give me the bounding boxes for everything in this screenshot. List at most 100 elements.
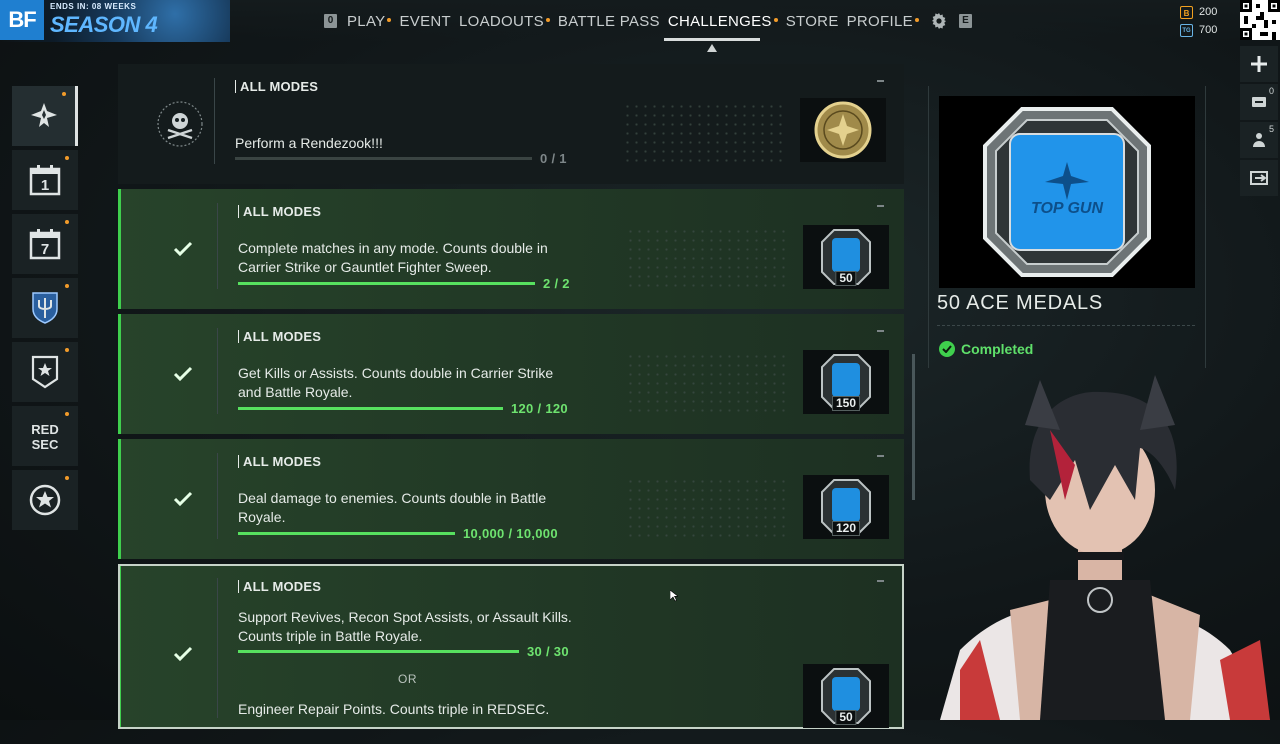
progress-value: 10,000 / 10,000 — [463, 526, 558, 541]
calendar-number: 1 — [41, 177, 49, 194]
squad-icon — [1253, 133, 1265, 147]
rank-star-badge-icon — [31, 355, 59, 389]
reward-detail-panel: TOP GUN 50 ACE MEDALS Completed — [928, 86, 1206, 368]
sidebar-item-rank[interactable] — [12, 342, 78, 402]
checkmark-icon — [173, 646, 193, 662]
challenge-mode-label: ALL MODES — [235, 80, 318, 93]
notification-dot — [65, 284, 69, 288]
nav-challenges[interactable]: CHALLENGES — [668, 13, 778, 30]
challenge-description: Get Kills or Assists. Counts double in C… — [238, 365, 554, 400]
trident-shield-icon — [32, 292, 58, 324]
minus-card-icon — [1252, 97, 1266, 107]
redsec-icon: RED SEC — [31, 422, 59, 452]
exit-button[interactable] — [1240, 160, 1278, 196]
challenge-card[interactable]: ALL MODES Support Revives, Recon Spot As… — [118, 564, 904, 729]
main-nav: 0 PLAY EVENT LOADOUTS BATTLE PASS CHALLE… — [324, 10, 972, 32]
gear-icon[interactable] — [931, 13, 947, 29]
reward-thumbnail: 50 — [803, 225, 889, 289]
season-logo: BF ENDS IN: 08 WEEKS SEASON 4 — [0, 0, 230, 42]
notification-dot — [387, 18, 392, 23]
top-bar: BF ENDS IN: 08 WEEKS SEASON 4 0 PLAY EVE… — [0, 0, 1280, 52]
completion-status: Completed — [939, 341, 1033, 357]
notification-dot — [545, 18, 550, 23]
jet-emblem-icon — [30, 103, 57, 127]
nav-right-key[interactable]: E — [958, 14, 972, 28]
token-value: 700 — [1199, 24, 1218, 36]
reward-thumbnail: 120 — [803, 475, 889, 539]
squad-button[interactable]: 5 — [1240, 122, 1278, 158]
progress-value: 120 / 120 — [511, 401, 568, 416]
add-friend-button[interactable] — [1240, 46, 1278, 82]
challenge-description-alt: Engineer Repair Points. Counts triple in… — [238, 701, 550, 717]
challenge-card[interactable]: ALL MODES Deal damage to enemies. Counts… — [118, 439, 904, 559]
reward-count: 150 — [831, 396, 861, 411]
active-tab-caret-icon — [707, 44, 717, 52]
reward-thumbnail — [800, 98, 886, 162]
nav-play[interactable]: PLAY — [347, 13, 392, 30]
checkmark-icon — [173, 366, 193, 382]
reward-thumbnail: 150 — [803, 350, 889, 414]
svg-text:RED: RED — [31, 422, 58, 437]
completion-status-label: Completed — [961, 341, 1034, 357]
challenge-list: ALL MODES Perform a Rendezook!!! 0 / 1 A… — [118, 64, 904, 734]
season-label: SEASON 4 — [50, 12, 158, 37]
challenge-mode-label: ALL MODES — [238, 330, 321, 343]
currency-tokens: TG 700 — [1180, 21, 1217, 39]
nav-store[interactable]: STORE — [786, 13, 839, 30]
nav-profile[interactable]: PROFILE — [847, 13, 919, 30]
medal-coin-icon — [814, 101, 872, 159]
collapse-icon[interactable] — [877, 580, 884, 582]
svg-text:SEC: SEC — [32, 437, 59, 452]
challenge-description: Perform a Rendezook!!! — [235, 135, 383, 151]
sidebar-item-trident[interactable] — [12, 278, 78, 338]
nav-battle-pass[interactable]: BATTLE PASS — [558, 13, 660, 30]
mouse-cursor-icon — [670, 590, 678, 602]
bf-logo: BF — [0, 0, 44, 40]
token-icon: TG — [1180, 23, 1193, 37]
currency-display: B 200 TG 700 — [1180, 3, 1217, 39]
challenge-card[interactable]: ALL MODES Get Kills or Assists. Counts d… — [118, 314, 904, 434]
social-column: 0 5 — [1240, 46, 1278, 198]
currency-battle-coins: B 200 — [1180, 3, 1217, 21]
sidebar-item-star[interactable] — [12, 470, 78, 530]
sidebar-item-redsec[interactable]: RED SEC — [12, 406, 78, 466]
svg-text:TOP GUN: TOP GUN — [1031, 200, 1103, 217]
challenge-mode-label: ALL MODES — [238, 580, 321, 593]
notification-dot — [65, 156, 69, 160]
progress-bar — [238, 650, 519, 653]
nav-loadouts[interactable]: LOADOUTS — [459, 13, 550, 30]
notification-dot — [914, 18, 919, 23]
notification-dot — [65, 348, 69, 352]
battle-coin-value: 200 — [1199, 6, 1218, 18]
collapse-icon[interactable] — [877, 330, 884, 332]
streamer-avatar — [940, 375, 1270, 720]
nav-event[interactable]: EVENT — [399, 13, 451, 30]
sidebar-item-daily[interactable]: 1 — [12, 150, 78, 210]
calendar-daily-icon: 1 — [29, 165, 61, 196]
season-ends-label: ENDS IN: 08 WEEKS — [50, 2, 137, 11]
notification-dot — [62, 92, 66, 96]
sidebar-item-weekly[interactable]: 7 — [12, 214, 78, 274]
battle-coin-icon: B — [1180, 5, 1193, 19]
progress-value: 30 / 30 — [527, 644, 569, 659]
sidebar-item-jet[interactable] — [12, 86, 78, 146]
collapse-icon[interactable] — [877, 455, 884, 457]
nav-left-key[interactable]: 0 — [324, 14, 337, 28]
plus-icon — [1251, 56, 1267, 72]
reward-count: 50 — [835, 271, 857, 286]
reward-thumbnail: 50 — [803, 664, 889, 728]
challenge-description: Support Revives, Recon Spot Assists, or … — [238, 609, 572, 644]
exit-icon — [1250, 171, 1268, 185]
checkmark-icon — [173, 491, 193, 507]
collapse-icon[interactable] — [877, 80, 884, 82]
challenge-card[interactable]: ALL MODES Perform a Rendezook!!! 0 / 1 — [118, 64, 904, 184]
reward-count: 50 — [835, 710, 857, 725]
notification-dot — [65, 412, 69, 416]
challenge-card[interactable]: ALL MODES Complete matches in any mode. … — [118, 189, 904, 309]
reward-count: 120 — [831, 521, 861, 536]
collapse-icon[interactable] — [877, 205, 884, 207]
reward-title: 50 ACE MEDALS — [937, 292, 1104, 314]
messages-button[interactable]: 0 — [1240, 84, 1278, 120]
checkmark-icon — [173, 241, 193, 257]
notification-dot — [65, 476, 69, 480]
